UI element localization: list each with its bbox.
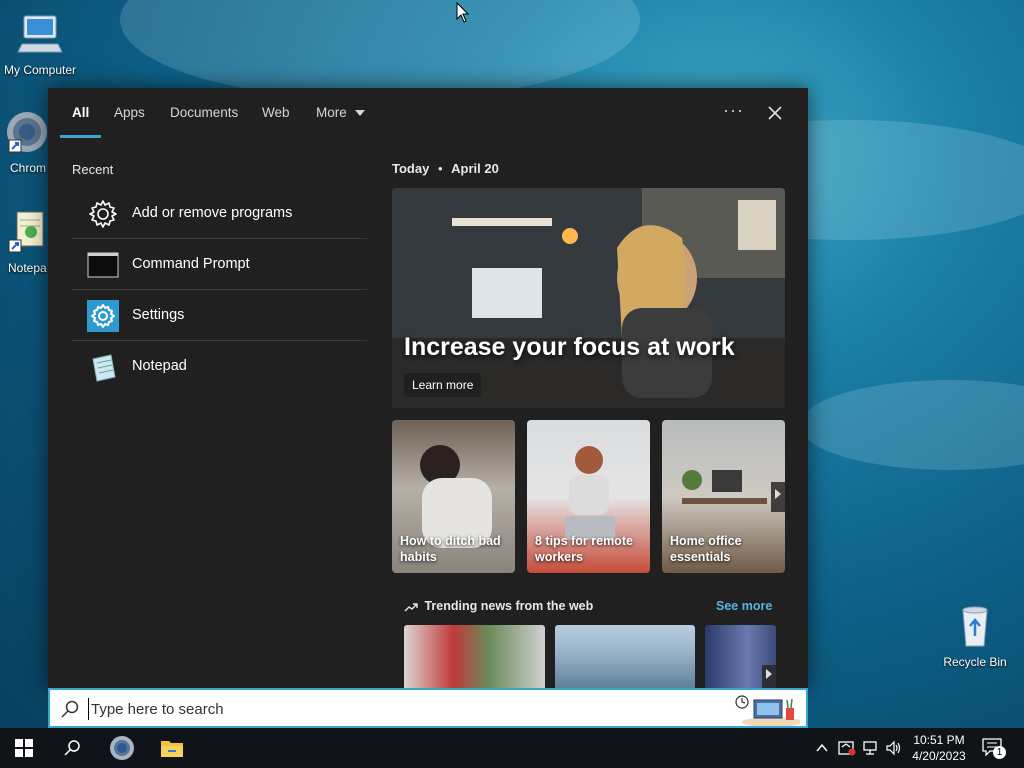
- folder-icon: [161, 741, 183, 757]
- search-panel: All Apps Documents Web More ··· Recent A…: [48, 88, 808, 688]
- notepad-icon: [8, 211, 44, 253]
- see-more-link[interactable]: See more: [716, 599, 772, 613]
- article-card[interactable]: Home office essentials: [662, 420, 785, 573]
- tab-more[interactable]: More: [316, 105, 365, 120]
- clock-date: 4/20/2023: [912, 749, 966, 763]
- desktop-icon-label: My Computer: [3, 63, 77, 77]
- network-icon[interactable]: [862, 740, 880, 756]
- taskbar-file-explorer-button[interactable]: [148, 728, 196, 768]
- hero-title: Increase your focus at work: [404, 333, 735, 361]
- taskbar-search-button[interactable]: [48, 728, 96, 768]
- chrome-icon: [7, 112, 47, 153]
- wallpaper-wave: [120, 0, 640, 100]
- article-card[interactable]: 8 tips for remote workers: [527, 420, 650, 573]
- tab-more-label: More: [316, 105, 347, 120]
- recent-item-settings[interactable]: Settings: [72, 290, 367, 341]
- search-tabs: All Apps Documents Web More ···: [48, 88, 808, 140]
- today-date: April 20: [451, 161, 499, 176]
- trending-title: Trending news from the web: [424, 599, 594, 613]
- cards-next-button[interactable]: [771, 482, 785, 512]
- recent-item-label: Command Prompt: [132, 256, 250, 272]
- article-card[interactable]: How to ditch bad habits: [392, 420, 515, 573]
- recent-list: Add or remove programs Command Prompt Se…: [72, 188, 367, 392]
- learn-more-button[interactable]: Learn more: [404, 373, 482, 397]
- active-tab-indicator: [60, 135, 101, 138]
- tab-apps[interactable]: Apps: [114, 105, 145, 120]
- start-button[interactable]: [0, 728, 48, 768]
- recent-item-notepad[interactable]: Notepad: [72, 341, 367, 392]
- desktop-icon-my-computer[interactable]: My Computer: [0, 10, 80, 77]
- command-prompt-icon: [87, 252, 119, 278]
- chevron-right-icon: [766, 669, 772, 679]
- mouse-cursor-icon: [456, 2, 470, 23]
- chevron-right-icon: [775, 489, 781, 499]
- article-card-title: Home office essentials: [670, 534, 742, 564]
- article-card-title: 8 tips for remote workers: [535, 534, 633, 564]
- today-header: Today • April 20: [392, 161, 499, 176]
- clock-time: 10:51 PM: [913, 733, 965, 747]
- recent-item-label: Add or remove programs: [132, 205, 293, 221]
- trending-up-icon: [404, 603, 418, 612]
- computer-icon: [17, 15, 63, 53]
- taskbar-chrome-button[interactable]: [98, 728, 146, 768]
- notepad-icon: [92, 354, 116, 382]
- windows-logo-icon: [15, 739, 33, 757]
- recent-item-label: Notepad: [132, 358, 187, 374]
- volume-icon[interactable]: [885, 740, 903, 756]
- recent-item-command-prompt[interactable]: Command Prompt: [72, 239, 367, 290]
- search-icon: [64, 740, 80, 756]
- news-next-button[interactable]: [762, 665, 776, 688]
- desktop-icon-recycle-bin[interactable]: Recycle Bin: [935, 602, 1015, 669]
- today-label: Today: [392, 161, 430, 176]
- recycle-bin-icon: [962, 606, 988, 647]
- article-card-title: How to ditch bad habits: [400, 534, 501, 564]
- notification-badge: 1: [993, 746, 1006, 759]
- settings-gear-icon: [87, 300, 119, 332]
- close-icon[interactable]: [764, 102, 786, 124]
- system-clock[interactable]: 10:51 PM 4/20/2023: [906, 732, 972, 764]
- recent-item-add-remove-programs[interactable]: Add or remove programs: [72, 188, 367, 239]
- search-input[interactable]: [88, 698, 688, 720]
- news-thumbnail[interactable]: [404, 625, 545, 688]
- tab-web[interactable]: Web: [262, 105, 290, 120]
- tab-all[interactable]: All: [72, 105, 89, 120]
- search-bar[interactable]: [48, 688, 808, 728]
- taskbar: 10:51 PM 4/20/2023 1: [0, 728, 1024, 768]
- news-thumbnail[interactable]: [555, 625, 695, 688]
- more-options-button[interactable]: ···: [723, 100, 744, 121]
- search-icon: [61, 700, 79, 718]
- show-hidden-icons-chevron-up-icon[interactable]: [816, 743, 828, 753]
- trending-header: Trending news from the web: [404, 599, 593, 613]
- action-center-button[interactable]: 1: [980, 736, 1008, 760]
- chrome-icon: [110, 736, 134, 760]
- today-separator: •: [437, 161, 443, 176]
- news-thumbnail[interactable]: [705, 625, 776, 688]
- security-alert-icon[interactable]: [838, 740, 856, 756]
- recent-section-title: Recent: [72, 162, 114, 177]
- article-cards: How to ditch bad habits 8 tips for remot…: [392, 420, 785, 573]
- search-highlight-illustration-icon: [735, 695, 800, 726]
- chevron-down-icon: [354, 110, 365, 117]
- tab-documents[interactable]: Documents: [170, 105, 238, 120]
- recent-item-label: Settings: [132, 307, 185, 323]
- desktop-icon-label: Recycle Bin: [943, 655, 1007, 669]
- hero-card[interactable]: Increase your focus at work Learn more: [392, 188, 785, 408]
- wallpaper-wave: [800, 380, 1024, 470]
- gear-outline-icon: [89, 200, 117, 228]
